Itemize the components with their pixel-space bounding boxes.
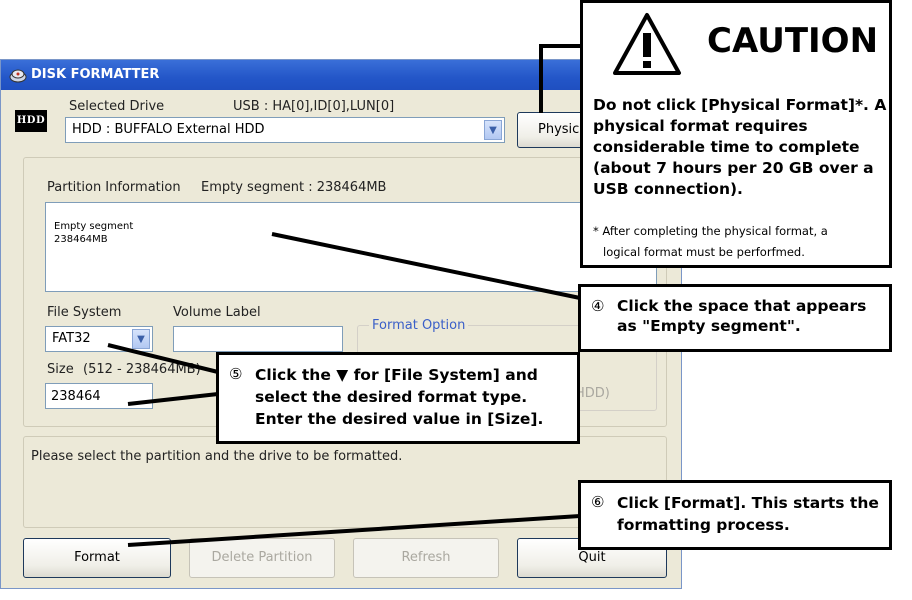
warning-triangle-icon bbox=[613, 13, 681, 75]
status-message: Please select the partition and the driv… bbox=[31, 449, 403, 464]
refresh-button[interactable]: Refresh bbox=[353, 538, 499, 578]
partition-info-label: Partition Information bbox=[47, 180, 181, 195]
caution-note: * After completing the physical format, … bbox=[593, 221, 887, 263]
callout-step-4-number: ④ bbox=[591, 297, 605, 315]
callout-step-4-text: Click the space that appears as "Empty s… bbox=[617, 297, 867, 335]
file-system-dropdown-arrow-icon[interactable]: ▼ bbox=[132, 329, 150, 349]
caution-title: CAUTION bbox=[707, 21, 879, 61]
partition-info-value: Empty segment : 238464MB bbox=[201, 180, 387, 195]
format-option-label: Format Option bbox=[369, 318, 469, 333]
title-bar[interactable]: DISK FORMATTER bbox=[1, 60, 681, 90]
callout-step-6-number: ⑥ bbox=[591, 493, 605, 511]
callout-step-6: ⑥ Click [Format]. This starts the format… bbox=[578, 480, 892, 550]
partition-entry-name[interactable]: Empty segment bbox=[54, 221, 133, 232]
caution-body: Do not click [Physical Format]*. A physi… bbox=[593, 96, 887, 198]
caution-note-line1: * After completing the physical format, … bbox=[593, 224, 828, 238]
hdd-badge: HDD bbox=[15, 110, 47, 132]
file-system-value: FAT32 bbox=[52, 331, 91, 346]
delete-partition-button[interactable]: Delete Partition bbox=[189, 538, 335, 578]
callout-step-5-number: ⑤ bbox=[229, 365, 243, 383]
window-title: DISK FORMATTER bbox=[31, 67, 160, 82]
caution-note-line2: logical format must be perforfmed. bbox=[603, 245, 805, 259]
dropdown-arrow-icon[interactable]: ▼ bbox=[484, 120, 502, 140]
callout-step-4: ④ Click the space that appears as "Empty… bbox=[578, 284, 892, 352]
size-range-label: (512 - 238464MB) bbox=[83, 362, 201, 377]
file-system-label: File System bbox=[47, 305, 122, 320]
partition-entry-size[interactable]: 238464MB bbox=[54, 234, 108, 245]
size-label: Size bbox=[47, 362, 74, 377]
drive-select[interactable]: HDD : BUFFALO External HDD ▼ bbox=[65, 117, 505, 143]
callout-step-6-text: Click [Format]. This starts the formatti… bbox=[617, 494, 879, 534]
usb-info-label: USB : HA[0],ID[0],LUN[0] bbox=[233, 99, 395, 114]
callout-step-5: ⑤ Click the ▼ for [File System] and sele… bbox=[216, 352, 580, 444]
size-input-value: 238464 bbox=[51, 389, 101, 404]
caution-callout: CAUTION Do not click [Physical Format]*.… bbox=[580, 0, 892, 268]
disk-formatter-app-icon bbox=[9, 69, 27, 83]
callout-step-5-text: Click the ▼ for [File System] and select… bbox=[255, 366, 544, 428]
file-system-select[interactable]: FAT32 ▼ bbox=[45, 326, 153, 352]
partition-list[interactable]: Empty segment 238464MB bbox=[45, 202, 657, 292]
size-input[interactable]: 238464 bbox=[45, 383, 153, 409]
volume-label-input[interactable] bbox=[173, 326, 343, 352]
selected-drive-label: Selected Drive bbox=[69, 99, 165, 114]
drive-select-value: HDD : BUFFALO External HDD bbox=[72, 122, 265, 137]
volume-label-label: Volume Label bbox=[173, 305, 261, 320]
hdd-option-text: HDD) bbox=[575, 386, 610, 401]
format-button[interactable]: Format bbox=[23, 538, 171, 578]
